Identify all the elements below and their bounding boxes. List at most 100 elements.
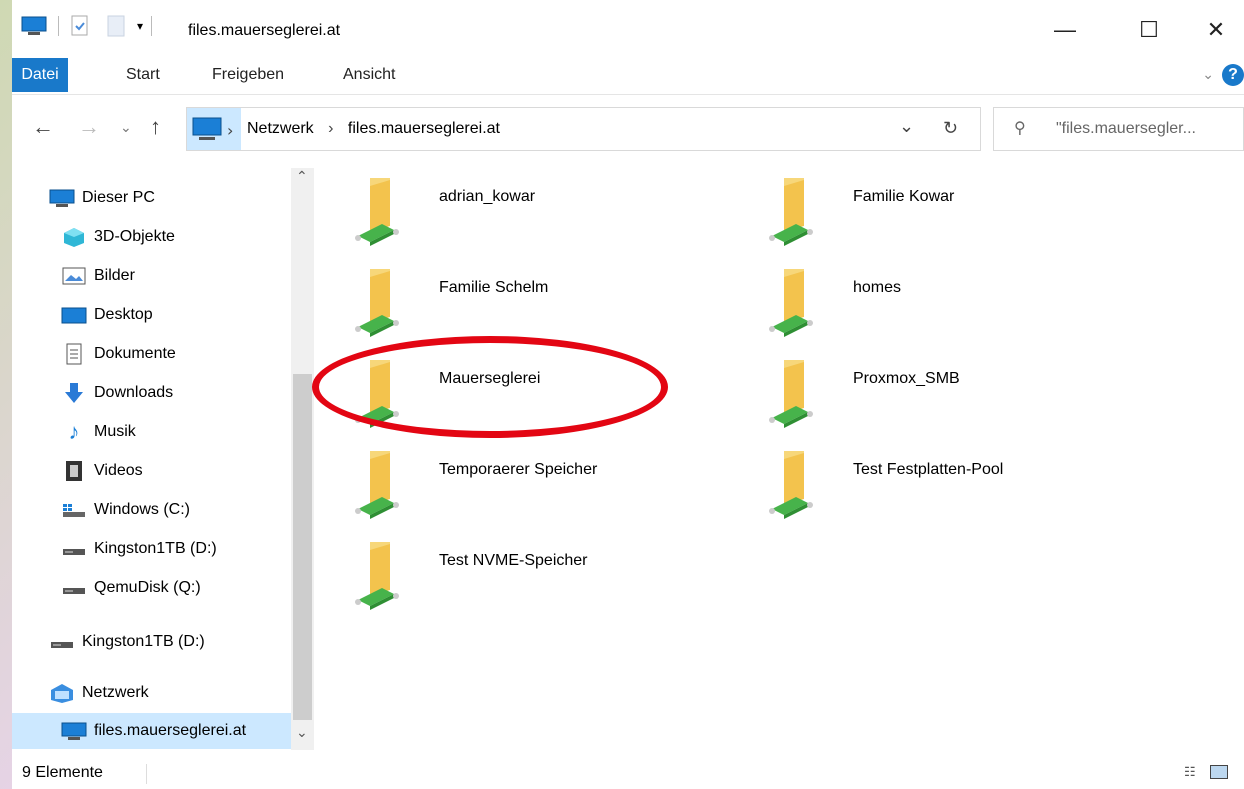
windows-drive-icon <box>60 498 88 522</box>
computer-icon <box>60 719 88 743</box>
explorer-window: ▾ files.mauerseglerei.at — ☐ ✕ Datei Sta… <box>12 0 1244 789</box>
sidebar-item-label: Desktop <box>94 306 153 323</box>
network-folder-icon <box>355 178 399 246</box>
share-label: Mauerseglerei <box>439 370 541 387</box>
breadcrumb-files-mauerseglerei[interactable]: files.mauerseglerei.at <box>348 120 500 137</box>
help-icon[interactable]: ? <box>1222 64 1244 86</box>
sidebar-item-kingston-d[interactable]: Kingston1TB (D:) <box>60 531 217 567</box>
network-share-item[interactable]: adrian_kowar <box>314 168 714 258</box>
network-folder-icon <box>769 269 813 337</box>
downloads-icon <box>60 381 88 405</box>
minimize-button[interactable]: — <box>1045 14 1085 46</box>
sidebar-item-videos[interactable]: Videos <box>60 453 143 489</box>
chevron-down-icon[interactable]: ▾ <box>137 19 143 33</box>
network-share-item[interactable]: Test Festplatten-Pool <box>728 441 1128 531</box>
quick-access-toolbar: ▾ <box>20 14 160 38</box>
search-box[interactable]: ⚲ "files.mauersegler... <box>993 107 1244 151</box>
tab-datei[interactable]: Datei <box>12 58 68 92</box>
network-folder-icon <box>769 451 813 519</box>
network-share-item[interactable]: Familie Kowar <box>728 168 1128 258</box>
large-icons-view-icon[interactable] <box>1210 765 1228 779</box>
sidebar-item-desktop[interactable]: Desktop <box>60 297 153 333</box>
desktop-icon <box>60 303 88 327</box>
sidebar-item-kingston-d-root[interactable]: Kingston1TB (D:) <box>48 624 205 660</box>
expand-ribbon-icon[interactable]: ⌄ <box>1202 66 1214 83</box>
item-count: 9 Elemente <box>22 764 103 781</box>
videos-icon <box>60 459 88 483</box>
breadcrumb: Netzwerk › files.mauerseglerei.at <box>247 108 500 150</box>
network-share-item[interactable]: Test NVME-Speicher <box>314 532 714 622</box>
breadcrumb-separator-icon[interactable]: › <box>328 120 333 137</box>
search-icon: ⚲ <box>1014 120 1026 137</box>
sidebar-item-dokumente[interactable]: Dokumente <box>60 336 176 372</box>
network-share-item[interactable]: Familie Schelm <box>314 259 714 349</box>
recent-locations-button[interactable]: ⌄ <box>120 112 132 142</box>
pc-icon[interactable] <box>20 15 48 37</box>
network-share-item[interactable]: homes <box>728 259 1128 349</box>
sidebar-item-label: QemuDisk (Q:) <box>94 579 201 596</box>
sidebar-item-label: Kingston1TB (D:) <box>94 540 217 557</box>
network-icon <box>48 681 76 705</box>
sidebar-item-3d-objekte[interactable]: 3D-Objekte <box>60 219 175 255</box>
address-dropdown-icon[interactable]: ⌄ <box>899 116 914 137</box>
share-label: Test Festplatten-Pool <box>853 461 1004 478</box>
search-placeholder: "files.mauersegler... <box>1056 120 1196 137</box>
status-bar: 9 Elemente ☷ <box>12 760 1244 789</box>
drive-icon <box>48 630 76 654</box>
scrollbar-thumb[interactable] <box>293 374 312 720</box>
sidebar-item-label: 3D-Objekte <box>94 228 175 245</box>
sidebar-scrollbar[interactable]: ⌃ ⌄ <box>291 168 314 750</box>
title-bar: ▾ files.mauerseglerei.at — ☐ ✕ <box>12 0 1244 56</box>
scroll-down-icon[interactable]: ⌄ <box>296 724 308 741</box>
sidebar-item-label: Netzwerk <box>82 684 149 701</box>
sidebar-item-bilder[interactable]: Bilder <box>60 258 135 294</box>
network-share-item[interactable]: Proxmox_SMB <box>728 350 1128 440</box>
computer-icon: › <box>187 108 241 150</box>
sidebar-item-files-mauerseglerei[interactable]: files.mauerseglerei.at <box>12 713 291 749</box>
navigation-pane: Dieser PC 3D-Objekte Bilder Desktop Doku… <box>12 168 314 750</box>
sidebar-item-windows-c[interactable]: Windows (C:) <box>60 492 190 528</box>
sidebar-item-dieser-pc[interactable]: Dieser PC <box>48 180 155 216</box>
new-folder-icon[interactable] <box>105 14 127 38</box>
3d-objects-icon <box>60 225 88 249</box>
close-button[interactable]: ✕ <box>1196 14 1236 46</box>
network-share-item[interactable]: Temporaerer Speicher <box>314 441 714 531</box>
tab-start[interactable]: Start <box>114 58 172 92</box>
forward-button[interactable]: → <box>78 112 100 142</box>
music-icon: ♪ <box>68 419 80 444</box>
share-label: Test NVME-Speicher <box>439 552 588 569</box>
sidebar-item-downloads[interactable]: Downloads <box>60 375 173 411</box>
share-label: homes <box>853 279 902 296</box>
sidebar-item-label: Dokumente <box>94 345 176 362</box>
sidebar-item-netzwerk[interactable]: Netzwerk <box>48 675 149 711</box>
address-bar[interactable]: › Netzwerk › files.mauerseglerei.at ⌄ ↻ <box>186 107 981 151</box>
tab-freigeben[interactable]: Freigeben <box>200 58 296 92</box>
sidebar-item-musik[interactable]: ♪ Musik <box>60 414 136 450</box>
sidebar-item-label: Bilder <box>94 267 135 284</box>
content-pane: adrian_kowar Familie Kowar Familie Schelm h… <box>314 168 1244 750</box>
share-label: Familie Schelm <box>439 279 549 296</box>
sidebar-item-label: Dieser PC <box>82 189 155 206</box>
sidebar-item-label: files.mauerseglerei.at <box>94 722 247 739</box>
sidebar-item-qemudisk-q[interactable]: QemuDisk (Q:) <box>60 570 201 606</box>
breadcrumb-netzwerk[interactable]: Netzwerk <box>247 120 314 137</box>
share-label: Proxmox_SMB <box>853 370 960 387</box>
network-folder-icon <box>769 360 813 428</box>
network-folder-icon <box>355 269 399 337</box>
network-share-item[interactable]: Mauerseglerei <box>314 350 714 440</box>
details-view-icon[interactable]: ☷ <box>1184 764 1196 780</box>
up-button[interactable]: ↑ <box>150 112 161 142</box>
network-folder-icon <box>355 360 399 428</box>
refresh-icon[interactable]: ↻ <box>943 118 958 139</box>
tab-ansicht[interactable]: Ansicht <box>331 58 407 92</box>
scroll-up-icon[interactable]: ⌃ <box>296 168 308 185</box>
properties-icon[interactable] <box>69 14 91 38</box>
sidebar-item-label: Windows (C:) <box>94 501 191 518</box>
drive-icon <box>60 576 88 600</box>
maximize-button[interactable]: ☐ <box>1129 14 1169 46</box>
drive-icon <box>60 537 88 561</box>
back-button[interactable]: ← <box>32 112 54 142</box>
sidebar-item-label: Videos <box>94 462 143 479</box>
ribbon-tabs: Datei Start Freigeben Ansicht ⌄ ? <box>12 56 1244 95</box>
svg-text:›: › <box>227 121 233 140</box>
